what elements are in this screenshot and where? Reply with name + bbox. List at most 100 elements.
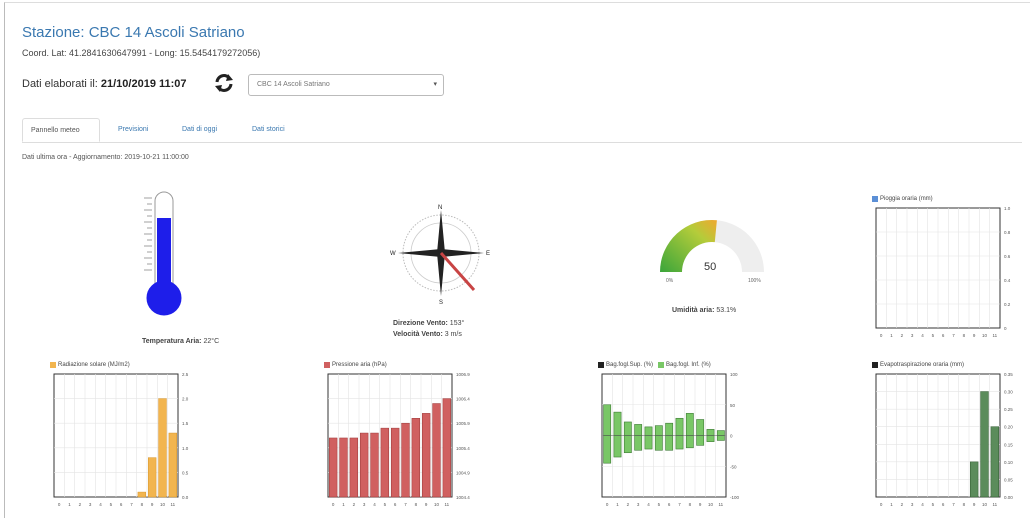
soil-legend-label-sup: Bag.fogl.Sup. (%) bbox=[606, 362, 654, 368]
tab-previsioni[interactable]: Previsioni bbox=[110, 118, 170, 142]
y-tick-label: -50 bbox=[730, 464, 737, 469]
bar bbox=[990, 426, 1000, 498]
processed-date-label: Dati elaborati il: bbox=[22, 78, 98, 90]
refresh-icon[interactable] bbox=[213, 73, 235, 93]
y-tick-label: 1.0 bbox=[182, 446, 189, 451]
rain-legend: Pioggia oraria (mm) bbox=[872, 196, 933, 202]
bar bbox=[339, 437, 348, 498]
x-tick-label: 9 bbox=[973, 333, 976, 338]
y-tick-label: 0.30 bbox=[1004, 390, 1013, 395]
x-tick-label: 4 bbox=[373, 502, 376, 507]
y-tick-label: 0.2 bbox=[1004, 302, 1011, 307]
bar-inf bbox=[675, 435, 684, 450]
humidity-label: Umidità aria: bbox=[672, 307, 715, 314]
x-tick-label: 1 bbox=[890, 333, 893, 338]
bar bbox=[390, 427, 400, 498]
humidity-value: 53.1% bbox=[716, 307, 737, 314]
x-tick-label: 6 bbox=[394, 502, 397, 507]
x-tick-label: 3 bbox=[363, 502, 366, 507]
x-tick-label: 11 bbox=[992, 333, 997, 338]
bar-inf bbox=[613, 435, 622, 458]
x-tick-label: 8 bbox=[415, 502, 418, 507]
wind-speed-value: 3 m/s bbox=[444, 331, 462, 338]
x-tick-label: 9 bbox=[973, 502, 976, 507]
press-legend-swatch bbox=[324, 362, 330, 368]
x-tick-label: 7 bbox=[130, 502, 133, 507]
compass-n: N bbox=[438, 205, 442, 211]
bar-sup bbox=[665, 422, 674, 436]
x-tick-label: 0 bbox=[58, 502, 61, 507]
x-tick-label: 10 bbox=[160, 502, 166, 507]
bar bbox=[380, 427, 390, 498]
bar bbox=[432, 403, 441, 498]
bar bbox=[969, 461, 979, 498]
wind-speed-label: Velocità Vento: bbox=[393, 331, 443, 338]
rain-chart: 1.0 0.8 0.6 0.4 0.2 0 0 1 2 3 4 5 6 7 8 9 10 11 bbox=[875, 206, 1011, 338]
wind-speed-caption: Velocità Vento: 3 m/s bbox=[393, 331, 462, 338]
wind-direction-label: Direzione Vento: bbox=[393, 320, 448, 327]
soil-legend-swatch-sup bbox=[598, 362, 604, 368]
bar-sup bbox=[696, 419, 705, 436]
x-tick-label: 3 bbox=[911, 333, 914, 338]
x-tick-label: 0 bbox=[880, 333, 883, 338]
bar-sup bbox=[675, 417, 684, 436]
bar bbox=[168, 432, 178, 498]
station-select[interactable]: CBC 14 Ascoli Satriano ▾ bbox=[248, 74, 444, 96]
temperature-label: Temperatura Aria: bbox=[142, 338, 202, 345]
bar-sup bbox=[654, 425, 663, 436]
y-tick-label: 1005.9 bbox=[456, 421, 470, 426]
x-tick-label: 1 bbox=[342, 502, 345, 507]
x-tick-label: 0 bbox=[606, 502, 609, 507]
x-tick-label: 4 bbox=[921, 333, 924, 338]
gauge-max: 100% bbox=[748, 278, 761, 284]
bar-inf bbox=[644, 435, 653, 450]
press-legend-label: Pressione aria (hPa) bbox=[332, 362, 387, 368]
x-tick-label: 5 bbox=[384, 502, 387, 507]
x-tick-label: 7 bbox=[404, 502, 407, 507]
y-tick-label: 1006.4 bbox=[456, 397, 470, 402]
bar-sup bbox=[685, 413, 694, 436]
evap-legend-swatch bbox=[872, 362, 878, 368]
x-tick-label: 4 bbox=[647, 502, 650, 507]
thermometer-scale bbox=[144, 197, 152, 271]
bar-inf bbox=[654, 435, 663, 451]
bar-sup bbox=[613, 411, 622, 436]
x-tick-label: 11 bbox=[170, 502, 175, 507]
rain-legend-swatch bbox=[872, 196, 878, 202]
bar-sup bbox=[716, 430, 725, 436]
bar-sup bbox=[634, 424, 643, 436]
x-tick-label: 4 bbox=[921, 502, 924, 507]
x-tick-label: 11 bbox=[718, 502, 723, 507]
x-tick-label: 7 bbox=[952, 333, 955, 338]
bar-inf bbox=[696, 435, 705, 446]
bar bbox=[370, 432, 379, 498]
bar bbox=[411, 418, 421, 498]
wind-direction-needle bbox=[439, 252, 476, 291]
x-tick-label: 0 bbox=[880, 502, 883, 507]
y-tick-label: 1.0 bbox=[1004, 206, 1011, 211]
x-tick-label: 11 bbox=[992, 502, 997, 507]
y-tick-label: 1004.4 bbox=[456, 495, 470, 500]
x-tick-label: 8 bbox=[141, 502, 144, 507]
x-tick-label: 2 bbox=[353, 502, 356, 507]
bar-inf bbox=[706, 435, 715, 442]
x-tick-label: 0 bbox=[332, 502, 335, 507]
wind-compass: N S E W bbox=[390, 205, 490, 306]
tab-pannello-meteo[interactable]: Pannello meteo bbox=[22, 118, 100, 142]
x-tick-label: 2 bbox=[627, 502, 630, 507]
bar bbox=[980, 391, 989, 498]
x-tick-label: 8 bbox=[689, 502, 692, 507]
press-legend: Pressione aria (hPa) bbox=[324, 362, 387, 368]
compass-w: W bbox=[390, 251, 396, 257]
wind-direction-caption: Direzione Vento: 153° bbox=[393, 320, 464, 327]
bar-inf bbox=[603, 435, 612, 464]
y-tick-label: 1004.9 bbox=[456, 470, 470, 475]
tab-dati-oggi[interactable]: Dati di oggi bbox=[174, 118, 236, 142]
y-tick-label: 0.15 bbox=[1004, 442, 1013, 447]
evap-legend: Evapotraspirazione oraria (mm) bbox=[872, 362, 964, 368]
x-tick-label: 2 bbox=[901, 333, 904, 338]
x-tick-label: 11 bbox=[444, 502, 449, 507]
x-tick-label: 8 bbox=[963, 502, 966, 507]
humidity-gauge: 50 0% 100% bbox=[660, 219, 764, 284]
tab-dati-storici[interactable]: Dati storici bbox=[244, 118, 304, 142]
